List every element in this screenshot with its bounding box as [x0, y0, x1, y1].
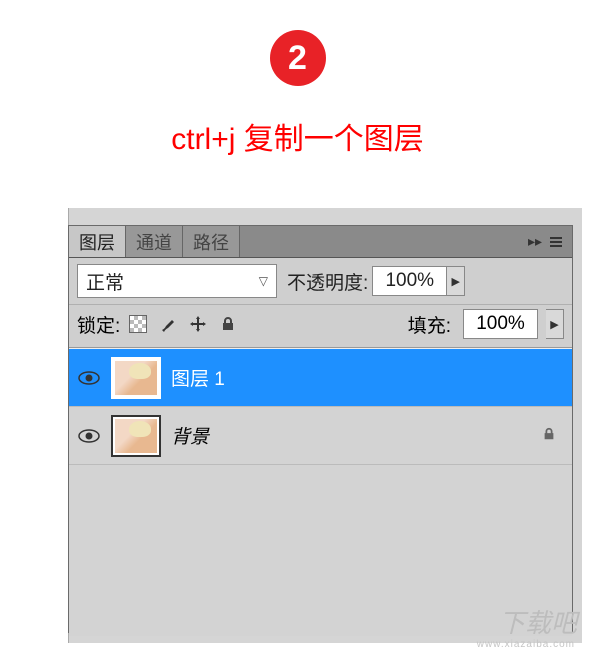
tab-label: 通道 — [136, 229, 172, 255]
step-number: 2 — [288, 39, 307, 78]
layer-row[interactable]: 背景 — [69, 407, 572, 465]
opacity-flyout-icon[interactable]: ▶ — [447, 266, 465, 296]
step-badge: 2 — [270, 30, 326, 86]
blend-mode-select[interactable]: 正常 ▽ — [77, 264, 277, 298]
lock-fill-row: 锁定: 填充: 100% ▶ — [69, 305, 572, 348]
chevron-down-icon: ▽ — [259, 274, 268, 288]
instruction-caption: ctrl+j 复制一个图层 — [0, 114, 595, 158]
lock-move-icon[interactable] — [188, 314, 208, 334]
collapse-icon[interactable]: ▸▸ — [528, 233, 542, 250]
lock-all-icon[interactable] — [218, 314, 238, 334]
layer-thumbnail[interactable] — [111, 415, 161, 457]
lock-icon — [542, 427, 564, 445]
opacity-value-box[interactable]: 100% — [372, 266, 447, 296]
layer-name[interactable]: 背景 — [171, 422, 532, 449]
lock-transparent-icon[interactable] — [128, 314, 148, 334]
layer-name[interactable]: 图层 1 — [171, 364, 564, 391]
fill-value: 100% — [476, 313, 525, 335]
panel-menu-icon[interactable] — [548, 235, 564, 249]
tab-layers[interactable]: 图层 — [69, 226, 126, 257]
opacity-label: 不透明度: — [287, 268, 368, 295]
fill-flyout-icon[interactable]: ▶ — [546, 309, 564, 339]
layer-row[interactable]: 图层 1 — [69, 349, 572, 407]
fill-label: 填充: — [408, 311, 451, 338]
fill-value-box[interactable]: 100% — [463, 309, 538, 339]
lock-label: 锁定: — [77, 311, 120, 338]
lock-brush-icon[interactable] — [158, 314, 178, 334]
tab-channels[interactable]: 通道 — [126, 226, 183, 257]
blend-mode-value: 正常 — [86, 268, 124, 295]
tab-paths[interactable]: 路径 — [183, 226, 240, 257]
tab-label: 路径 — [193, 229, 229, 255]
visibility-eye-icon[interactable] — [77, 424, 101, 448]
opacity-value: 100% — [385, 270, 434, 292]
layer-thumbnail[interactable] — [111, 357, 161, 399]
panel-titlebar: 图层 通道 路径 ▸▸ — [69, 226, 572, 258]
blend-opacity-row: 正常 ▽ 不透明度: 100% ▶ — [69, 258, 572, 305]
tab-label: 图层 — [79, 229, 115, 255]
layers-panel: 图层 通道 路径 ▸▸ 正常 ▽ 不透明度: 100% ▶ 锁定: — [68, 225, 573, 633]
layers-list: 图层 1 背景 — [69, 348, 572, 636]
lock-icons-group — [128, 314, 238, 334]
visibility-eye-icon[interactable] — [77, 366, 101, 390]
